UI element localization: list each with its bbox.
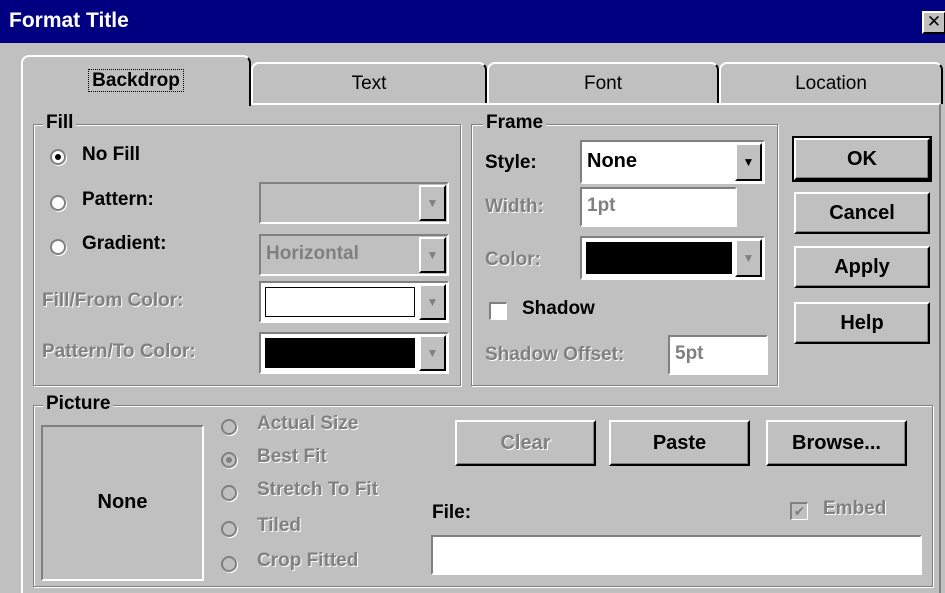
- chevron-down-icon: ▼: [426, 295, 439, 309]
- frame-group-label: Frame: [483, 112, 547, 134]
- width-label: Width:: [485, 196, 544, 217]
- chevron-down-icon: ▼: [426, 346, 439, 360]
- frame-width-value: 1pt: [587, 195, 616, 216]
- crop-fitted-label: Crop Fitted: [257, 550, 359, 571]
- help-button-label: Help: [840, 312, 884, 334]
- checkmark-icon: ✔: [793, 503, 806, 519]
- fill-from-color-label: Fill/From Color:: [42, 290, 184, 311]
- clear-button-label: Clear: [500, 432, 551, 454]
- best-fit-radio: [221, 452, 237, 468]
- cancel-button[interactable]: Cancel: [794, 192, 930, 234]
- paste-button[interactable]: Paste: [609, 420, 750, 466]
- stretch-to-fit-radio: [221, 485, 237, 501]
- shadow-offset-value: 5pt: [675, 343, 704, 364]
- tab-location-label: Location: [795, 73, 867, 94]
- close-icon: ✕: [926, 12, 942, 31]
- style-label: Style:: [485, 152, 537, 173]
- picture-preview-text: None: [97, 491, 148, 513]
- pattern-to-color-label: Pattern/To Color:: [42, 341, 196, 362]
- color-label: Color:: [485, 249, 541, 270]
- tab-text[interactable]: Text: [251, 62, 487, 104]
- fill-from-dropdown-button[interactable]: ▼: [419, 284, 446, 320]
- embed-label: Embed: [823, 498, 887, 519]
- browse-button[interactable]: Browse...: [766, 420, 907, 466]
- ok-button[interactable]: OK: [792, 136, 932, 182]
- apply-button[interactable]: Apply: [794, 246, 930, 288]
- frame-width-field: 1pt: [580, 187, 737, 227]
- actual-size-label: Actual Size: [257, 413, 359, 434]
- paste-button-label: Paste: [652, 432, 707, 454]
- fill-from-color-swatch: [265, 287, 415, 317]
- picture-group-label: Picture: [43, 393, 114, 415]
- pattern-radio[interactable]: [50, 195, 66, 211]
- chevron-down-icon: ▼: [426, 248, 439, 262]
- frame-color-dropdown-button: ▼: [735, 239, 762, 277]
- gradient-select-value: Horizontal: [266, 243, 359, 264]
- window-title: Format Title: [9, 9, 129, 32]
- title-bar: Format Title: [0, 0, 945, 43]
- cancel-button-label: Cancel: [829, 202, 895, 224]
- pattern-to-color-swatch: [265, 338, 415, 368]
- shadow-checkbox[interactable]: [489, 302, 507, 320]
- no-fill-label[interactable]: No Fill: [82, 144, 140, 166]
- picture-preview: None: [41, 425, 204, 581]
- tiled-radio: [221, 521, 237, 537]
- help-button[interactable]: Help: [794, 302, 930, 344]
- ok-button-label: OK: [847, 148, 877, 170]
- tab-location[interactable]: Location: [719, 62, 943, 104]
- gradient-radio[interactable]: [50, 239, 66, 255]
- tiled-label: Tiled: [257, 515, 301, 536]
- pattern-dropdown-button: ▼: [419, 185, 446, 221]
- tab-font[interactable]: Font: [487, 62, 719, 104]
- pattern-label[interactable]: Pattern:: [82, 189, 154, 211]
- crop-fitted-radio: [221, 556, 237, 572]
- pattern-to-dropdown-button[interactable]: ▼: [419, 335, 446, 371]
- clear-button: Clear: [455, 420, 596, 466]
- embed-checkbox: ✔: [790, 502, 808, 520]
- fill-group-label: Fill: [43, 112, 77, 134]
- chevron-down-icon: ▼: [742, 251, 755, 265]
- file-path-input[interactable]: [431, 535, 922, 575]
- gradient-label[interactable]: Gradient:: [82, 233, 166, 255]
- frame-style-value: None: [587, 150, 637, 172]
- shadow-offset-field: 5pt: [668, 335, 768, 375]
- actual-size-radio: [221, 419, 237, 435]
- stretch-to-fit-label: Stretch To Fit: [257, 479, 379, 500]
- browse-button-label: Browse...: [792, 432, 881, 454]
- tab-backdrop-label: Backdrop: [88, 69, 184, 92]
- tab-text-label: Text: [351, 73, 387, 94]
- chevron-down-icon: ▼: [742, 155, 755, 169]
- gradient-dropdown-button: ▼: [419, 237, 446, 273]
- close-button[interactable]: ✕: [922, 11, 945, 34]
- frame-style-dropdown-button[interactable]: ▼: [735, 143, 762, 181]
- shadow-label[interactable]: Shadow: [522, 298, 595, 320]
- chevron-down-icon: ▼: [426, 196, 439, 210]
- best-fit-label: Best Fit: [257, 446, 327, 467]
- apply-button-label: Apply: [834, 256, 890, 278]
- tab-font-label: Font: [583, 73, 623, 94]
- tab-backdrop[interactable]: Backdrop: [21, 55, 251, 106]
- no-fill-radio[interactable]: [50, 149, 66, 165]
- frame-color-swatch: [586, 242, 732, 274]
- file-label: File:: [432, 502, 472, 523]
- shadow-offset-label: Shadow Offset:: [485, 344, 625, 365]
